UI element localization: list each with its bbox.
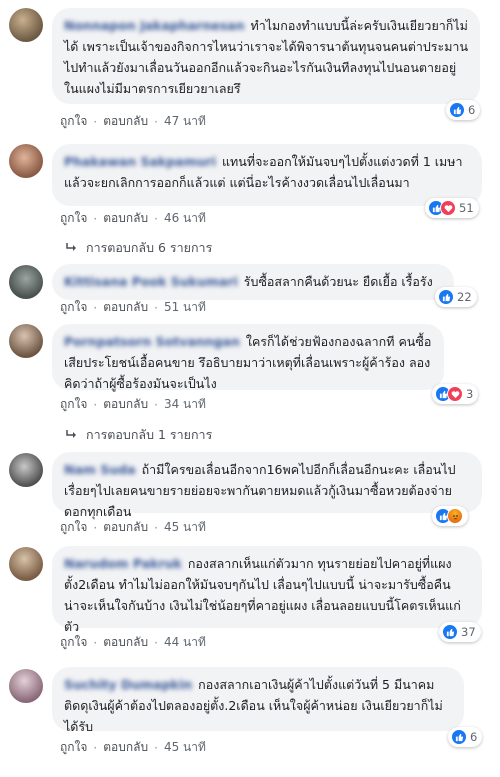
comment-author[interactable]: Kittisana Pook Sukumari bbox=[64, 274, 238, 289]
replies-count-label: การตอบกลับ 1 รายการ bbox=[86, 427, 213, 442]
comment-item: Phakawan Sakpamuri แทนที่จะออกให้มันจบๆไป… bbox=[0, 135, 500, 262]
separator-dot: · bbox=[154, 635, 158, 650]
reaction-summary[interactable]: 51 bbox=[425, 198, 479, 218]
separator-dot: · bbox=[154, 211, 158, 226]
separator-dot: · bbox=[154, 740, 158, 755]
comment-author[interactable]: Nonnapon Jakapharnesan bbox=[64, 18, 245, 33]
comment-bubble: Nonnapon Jakapharnesan ทำไมกองทำแบบนี้ล่ะ… bbox=[52, 8, 480, 104]
comment-bubble: Kittisana Pook Sukumari รับซื้อสลากคืนด้ว… bbox=[52, 264, 454, 300]
like-button[interactable]: ถูกใจ bbox=[60, 209, 87, 228]
separator-dot: · bbox=[154, 300, 158, 315]
comment-timestamp[interactable]: 34 นาที bbox=[164, 395, 206, 414]
comment-author[interactable]: Suchity Dumapkin bbox=[64, 677, 192, 692]
reply-button[interactable]: ตอบกลับ bbox=[103, 738, 148, 757]
reaction-summary[interactable]: 37 bbox=[439, 622, 481, 642]
separator-dot: · bbox=[154, 114, 158, 129]
like-button[interactable]: ถูกใจ bbox=[60, 738, 87, 757]
separator-dot: · bbox=[93, 397, 98, 412]
comment-item: Pornpatsorn Sotvanngan ใครก็ได้ช่วยฟ้องกอ… bbox=[0, 317, 500, 447]
view-replies-link[interactable]: การตอบกลับ 1 รายการ bbox=[66, 425, 212, 445]
avatar[interactable] bbox=[9, 265, 43, 299]
avatar[interactable] bbox=[9, 547, 43, 581]
reply-button[interactable]: ตอบกลับ bbox=[103, 633, 148, 652]
comment-timestamp[interactable]: 47 นาที bbox=[164, 112, 206, 131]
separator-dot: · bbox=[93, 114, 98, 129]
like-reaction-icon bbox=[438, 289, 454, 305]
separator-dot: · bbox=[93, 520, 98, 535]
reaction-count: 6 bbox=[470, 730, 478, 744]
reaction-count: 37 bbox=[461, 625, 476, 639]
like-button[interactable]: ถูกใจ bbox=[60, 298, 87, 317]
reaction-summary[interactable]: 6 bbox=[448, 727, 483, 747]
reply-button[interactable]: ตอบกลับ bbox=[103, 395, 148, 414]
comment-author[interactable]: Pornpatsorn Sotvanngan bbox=[64, 334, 240, 349]
reaction-count: 3 bbox=[466, 387, 474, 401]
comment-timestamp[interactable]: 45 นาที bbox=[164, 518, 206, 537]
comment-bubble: Nam Suda ถ้ามีใครขอเลื่อนอีกจาก16พคไปอีกก… bbox=[52, 452, 482, 519]
separator-dot: · bbox=[154, 520, 158, 535]
separator-dot: · bbox=[93, 635, 98, 650]
angry-reaction-icon bbox=[447, 508, 463, 524]
separator-dot: · bbox=[93, 740, 98, 755]
comment-item: Nam Suda ถ้ามีใครขอเลื่อนอีกจาก16พคไปอีกก… bbox=[0, 447, 500, 543]
like-button[interactable]: ถูกใจ bbox=[60, 395, 87, 414]
reply-button[interactable]: ตอบกลับ bbox=[103, 209, 148, 228]
like-button[interactable]: ถูกใจ bbox=[60, 633, 87, 652]
like-button[interactable]: ถูกใจ bbox=[60, 518, 87, 537]
avatar[interactable] bbox=[9, 8, 43, 42]
separator-dot: · bbox=[93, 300, 98, 315]
reply-button[interactable]: ตอบกลับ bbox=[103, 298, 148, 317]
like-reaction-icon bbox=[451, 729, 467, 745]
view-replies-link[interactable]: การตอบกลับ 6 รายการ bbox=[66, 238, 212, 258]
comment-bubble: Narudom Pakruk กองสลากเห็นแก่ตัวมาก ทุนรา… bbox=[52, 546, 482, 634]
like-button[interactable]: ถูกใจ bbox=[60, 112, 87, 131]
comment-author[interactable]: Nam Suda bbox=[64, 462, 136, 477]
like-reaction-icon bbox=[442, 624, 458, 640]
reply-arrow-icon bbox=[66, 243, 76, 251]
avatar[interactable] bbox=[9, 453, 43, 487]
comment-text: รับซื้อสลากคืนด้วยนะ ยืดเยื้อ เรื้อรัง bbox=[243, 274, 433, 289]
avatar[interactable] bbox=[9, 144, 43, 178]
reaction-count: 51 bbox=[459, 201, 474, 215]
reaction-summary[interactable]: 22 bbox=[435, 287, 477, 307]
comment-timestamp[interactable]: 46 นาที bbox=[164, 209, 206, 228]
separator-dot: · bbox=[154, 397, 158, 412]
comment-timestamp[interactable]: 44 นาที bbox=[164, 633, 206, 652]
like-reaction-icon bbox=[449, 102, 465, 118]
reaction-count: 22 bbox=[457, 290, 472, 304]
comment-timestamp[interactable]: 45 นาที bbox=[164, 738, 206, 757]
avatar[interactable] bbox=[9, 324, 43, 358]
avatar[interactable] bbox=[9, 669, 43, 703]
comment-bubble: Suchity Dumapkin กองสลากเอาเงินผู้ค้าไปตั… bbox=[52, 667, 464, 734]
comment-item: Narudom Pakruk กองสลากเห็นแก่ตัวมาก ทุนรา… bbox=[0, 543, 500, 663]
reply-button[interactable]: ตอบกลับ bbox=[103, 518, 148, 537]
reaction-count: 6 bbox=[468, 103, 476, 117]
separator-dot: · bbox=[93, 211, 98, 226]
comment-bubble: Phakawan Sakpamuri แทนที่จะออกให้มันจบๆไป… bbox=[52, 144, 482, 206]
comment-timestamp[interactable]: 51 นาที bbox=[164, 298, 206, 317]
reply-button[interactable]: ตอบกลับ bbox=[103, 112, 148, 131]
comment-item: Suchity Dumapkin กองสลากเอาเงินผู้ค้าไปตั… bbox=[0, 663, 500, 777]
comment-bubble: Pornpatsorn Sotvanngan ใครก็ได้ช่วยฟ้องกอ… bbox=[52, 324, 444, 391]
reaction-summary[interactable]: 6 bbox=[446, 100, 481, 120]
reply-arrow-icon bbox=[66, 430, 76, 438]
comment-item: Nonnapon Jakapharnesan ทำไมกองทำแบบนี้ล่ะ… bbox=[0, 0, 500, 135]
comment-author[interactable]: Phakawan Sakpamuri bbox=[64, 154, 216, 169]
love-reaction-icon bbox=[447, 386, 463, 402]
comment-author[interactable]: Narudom Pakruk bbox=[64, 556, 182, 571]
replies-count-label: การตอบกลับ 6 รายการ bbox=[86, 240, 213, 255]
reaction-summary[interactable]: 3 bbox=[432, 384, 479, 404]
comment-item: Kittisana Pook Sukumari รับซื้อสลากคืนด้ว… bbox=[0, 262, 500, 317]
reaction-summary[interactable] bbox=[432, 506, 468, 526]
love-reaction-icon bbox=[440, 200, 456, 216]
